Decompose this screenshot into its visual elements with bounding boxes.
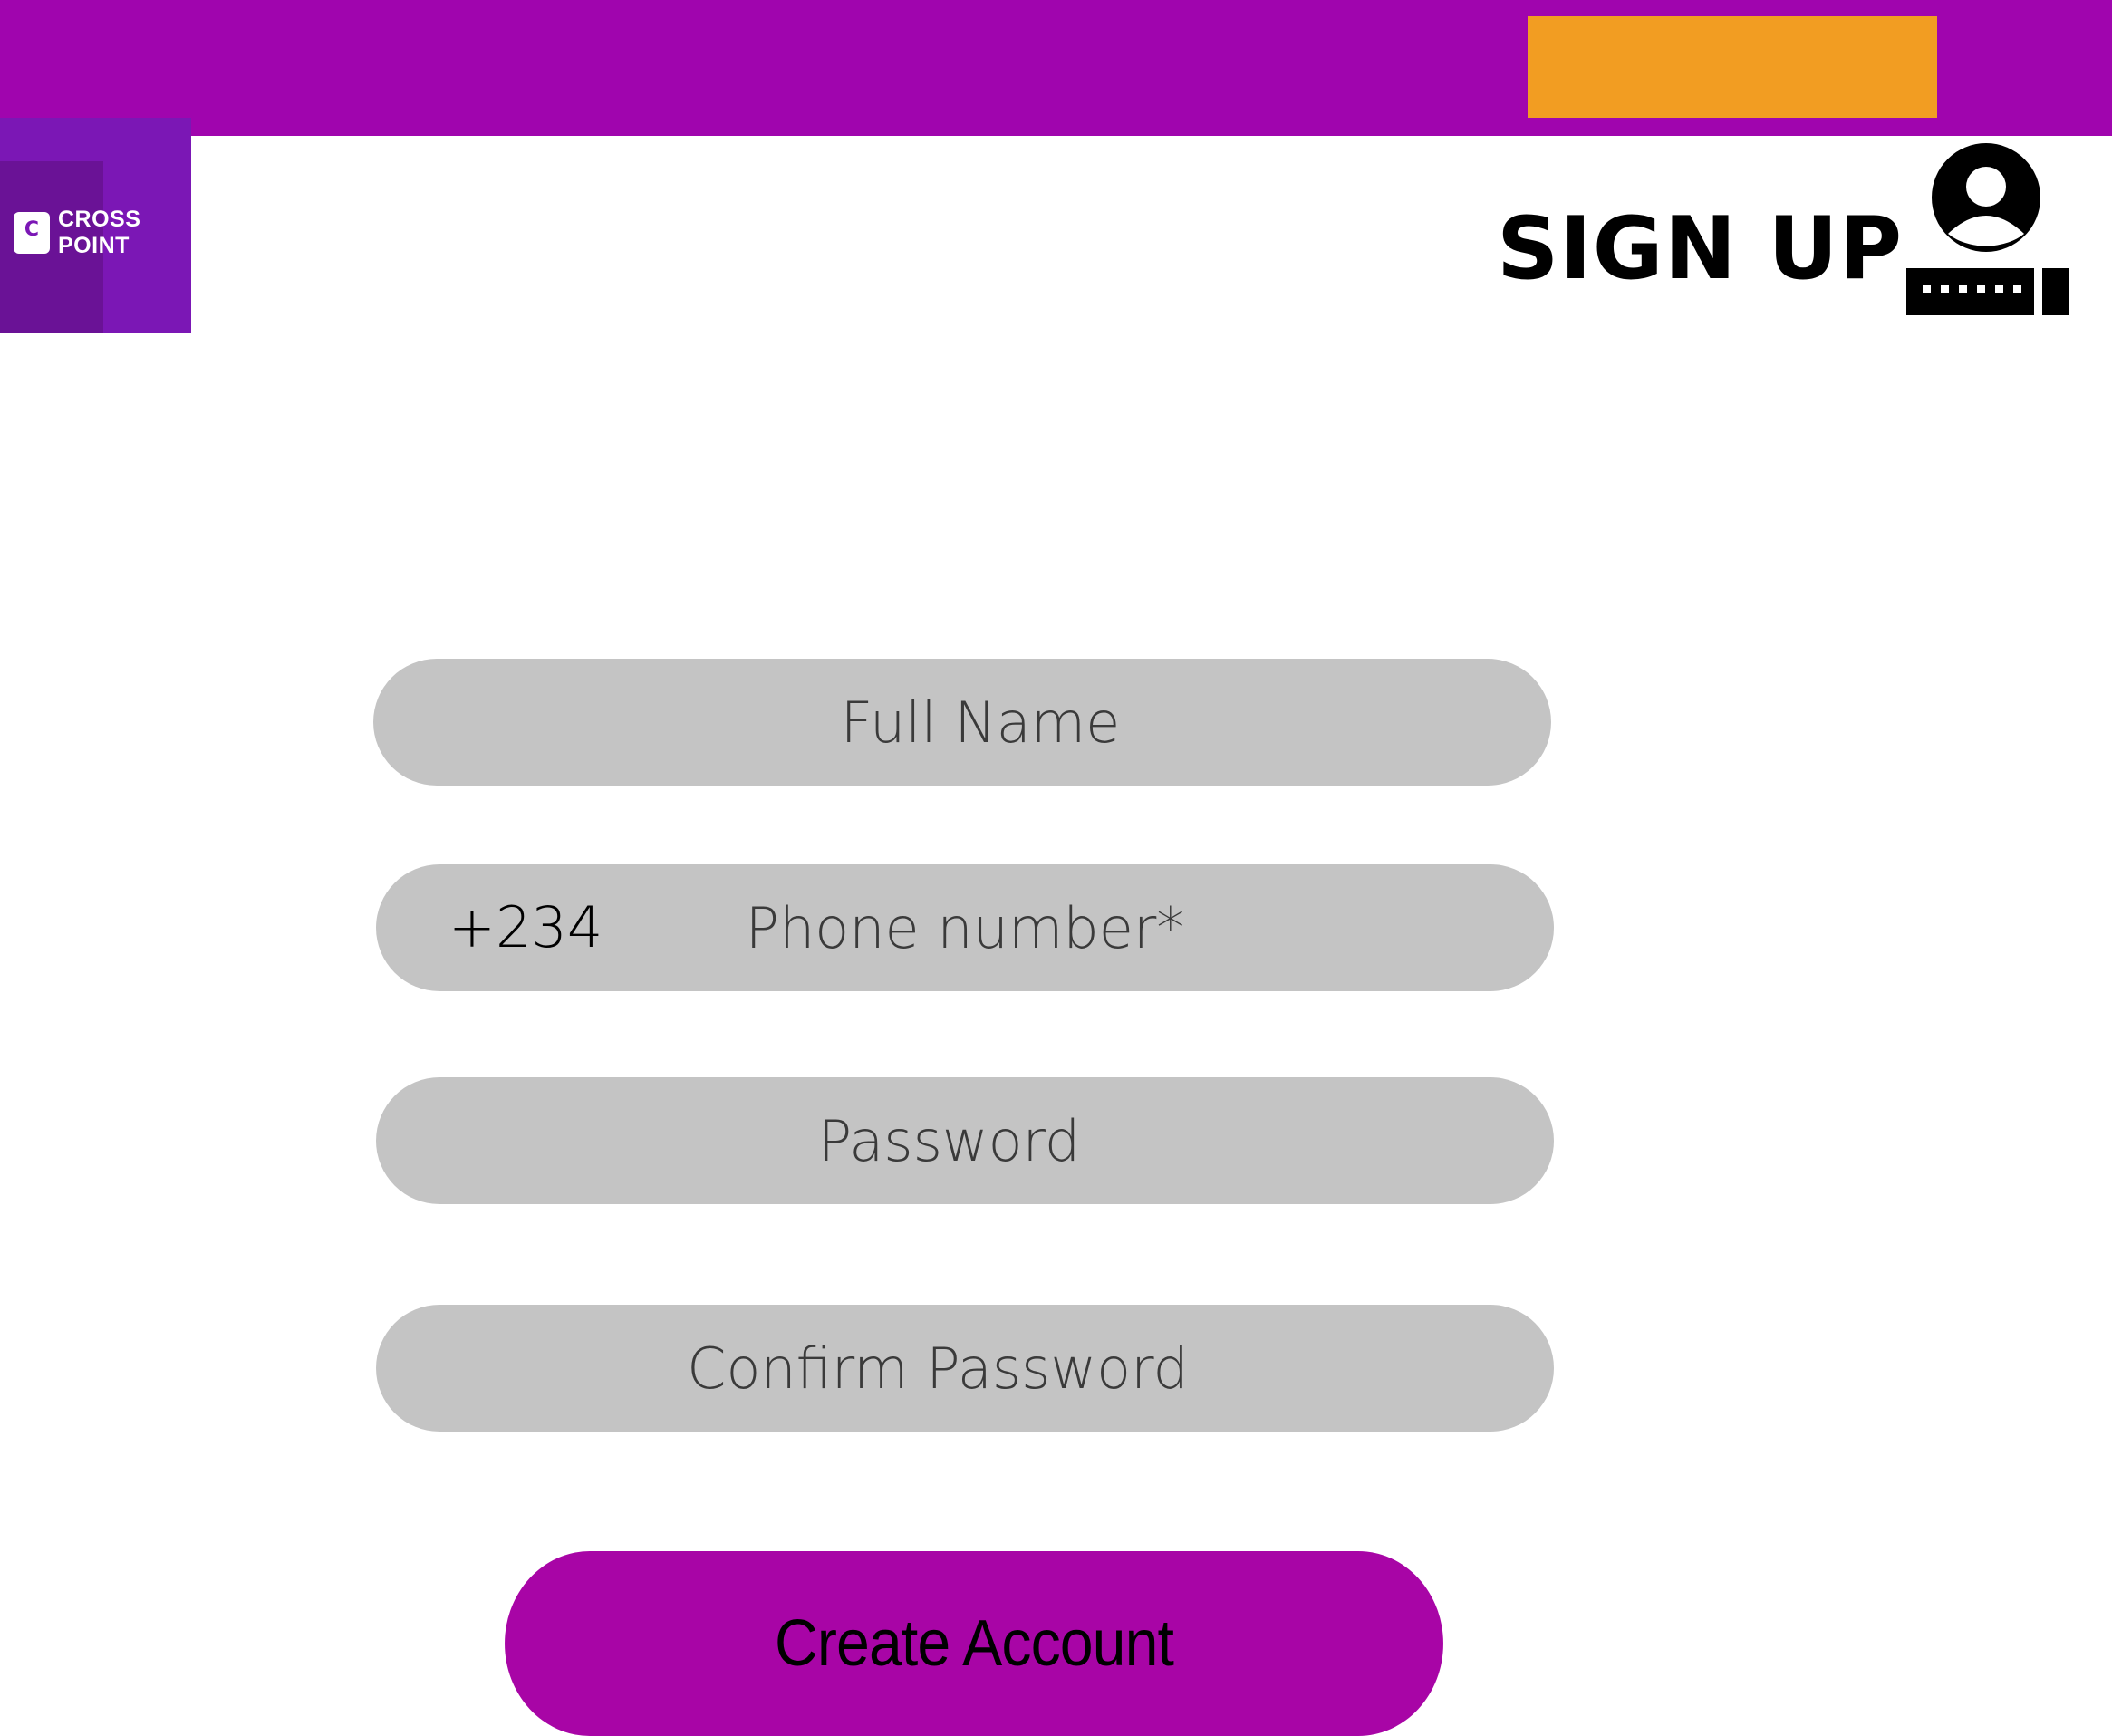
logo-text: CROSS POINT — [58, 207, 140, 259]
password-input[interactable]: Password — [376, 1077, 1554, 1204]
phone-number-input[interactable]: +234 Phone number* — [376, 864, 1554, 991]
header-action-button[interactable] — [1528, 16, 1937, 118]
logo-text-line1: CROSS — [58, 207, 141, 232]
password-placeholder: Password — [817, 1107, 1081, 1174]
logo-text-line2: POINT — [58, 233, 130, 258]
full-name-input[interactable]: Full Name — [373, 659, 1551, 786]
full-name-placeholder: Full Name — [840, 689, 1121, 756]
logo: C CROSS POINT — [0, 118, 191, 333]
logo-mark-icon: C — [14, 212, 50, 254]
confirm-password-placeholder: Confirm Password — [687, 1335, 1189, 1402]
page-title: SIGN UP — [1497, 199, 1904, 299]
phone-number-placeholder: Phone number* — [745, 894, 1185, 961]
confirm-password-input[interactable]: Confirm Password — [376, 1305, 1554, 1432]
create-account-button[interactable]: Create Account — [505, 1551, 1443, 1736]
phone-country-code[interactable]: +234 — [448, 864, 603, 991]
user-login-icon — [1906, 143, 2069, 315]
